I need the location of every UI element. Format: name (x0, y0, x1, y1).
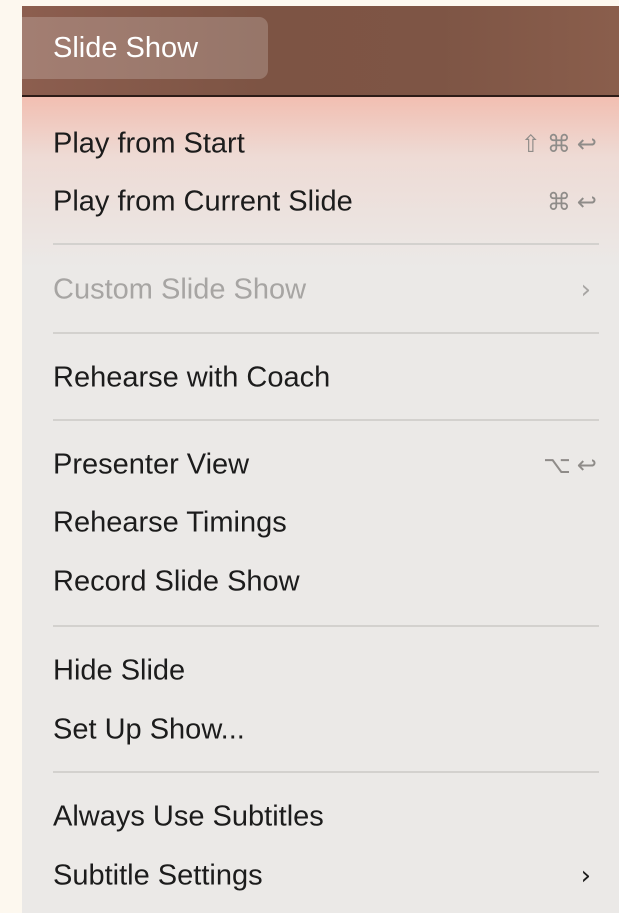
menu-item-label: Always Use Subtitles (53, 800, 324, 833)
menu-item-label: Play from Start (53, 127, 245, 160)
menu-item-set-up-show[interactable]: Set Up Show... (22, 701, 619, 759)
keyboard-shortcut: ⌥ ↩ (543, 451, 597, 479)
menu-item-label: Set Up Show... (53, 713, 245, 746)
command-key-icon: ⌘ (546, 130, 571, 158)
menu-item-label: Subtitle Settings (53, 859, 263, 892)
menu-item-rehearse-with-coach[interactable]: Rehearse with Coach (22, 349, 619, 407)
menu-bar: Slide Show (22, 6, 619, 97)
slide-show-dropdown-menu: Play from Start ⇧ ⌘ ↩ Play from Current … (22, 97, 619, 913)
menu-separator (53, 419, 599, 421)
menu-item-rehearse-timings[interactable]: Rehearse Timings (22, 494, 619, 552)
menu-item-play-from-start[interactable]: Play from Start ⇧ ⌘ ↩ (22, 115, 619, 173)
menu-item-custom-slide-show[interactable]: Custom Slide Show › (22, 261, 619, 319)
menu-item-label: Custom Slide Show (53, 273, 307, 306)
return-key-icon: ↩ (576, 130, 597, 158)
menu-item-label: Play from Current Slide (53, 185, 353, 218)
chevron-right-icon: › (580, 275, 591, 305)
option-key-icon: ⌥ (543, 451, 571, 479)
menu-item-label: Record Slide Show (53, 565, 300, 598)
menu-item-play-from-current-slide[interactable]: Play from Current Slide ⌘ ↩ (22, 173, 619, 231)
command-key-icon: ⌘ (546, 188, 571, 216)
menu-item-subtitle-settings[interactable]: Subtitle Settings › (22, 847, 619, 905)
menu-item-presenter-view[interactable]: Presenter View ⌥ ↩ (22, 436, 619, 494)
keyboard-shortcut: ⇧ ⌘ ↩ (521, 130, 597, 158)
return-key-icon: ↩ (576, 188, 597, 216)
shift-key-icon: ⇧ (520, 130, 541, 158)
menu-item-hide-slide[interactable]: Hide Slide (22, 642, 619, 700)
menu-item-label: Rehearse Timings (53, 506, 287, 539)
menu-separator (53, 243, 599, 245)
menu-item-label: Rehearse with Coach (53, 361, 331, 394)
slide-show-menu-title[interactable]: Slide Show (22, 17, 268, 79)
menu-item-always-use-subtitles[interactable]: Always Use Subtitles (22, 788, 619, 846)
menu-item-label: Presenter View (53, 448, 250, 481)
keyboard-shortcut: ⌘ ↩ (547, 188, 597, 216)
menu-item-record-slide-show[interactable]: Record Slide Show (22, 553, 619, 611)
chevron-right-icon: › (580, 861, 591, 891)
menu-separator (53, 771, 599, 773)
menu-separator (53, 625, 599, 627)
menu-item-label: Hide Slide (53, 654, 186, 687)
return-key-icon: ↩ (576, 451, 597, 479)
menu-separator (53, 332, 599, 334)
